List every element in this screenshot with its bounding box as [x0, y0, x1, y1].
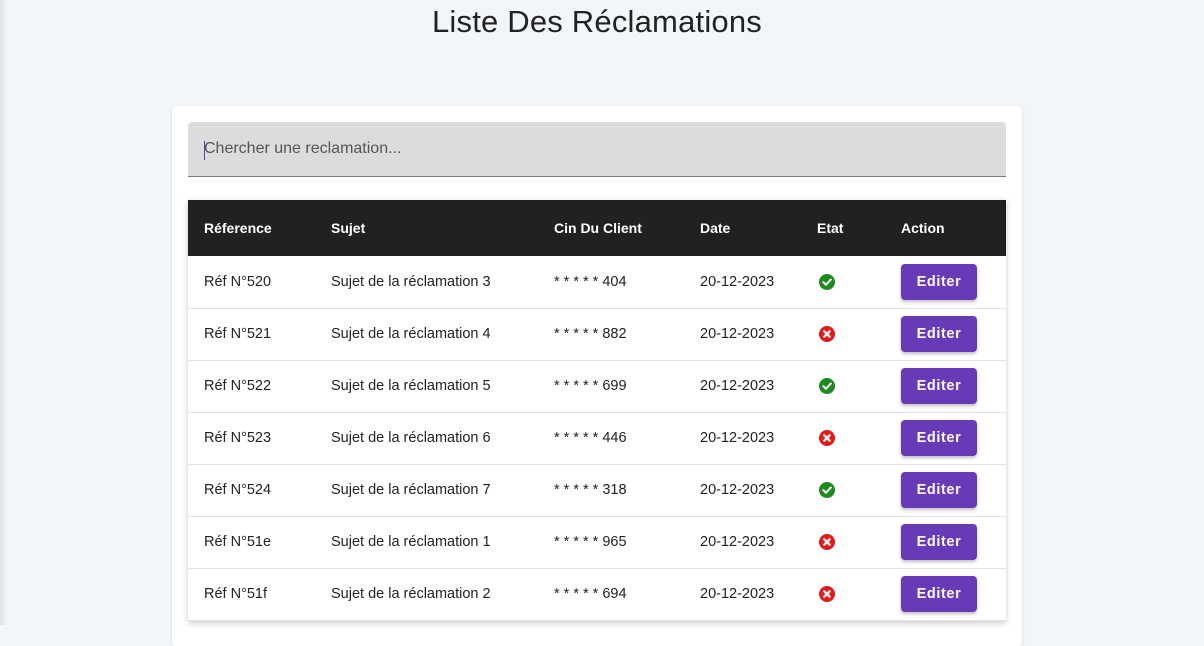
edit-button[interactable]: Editer	[901, 368, 977, 404]
column-header-date: Date	[700, 220, 731, 236]
left-edge-shadow	[0, 0, 8, 625]
action-cell: Editer	[885, 256, 1006, 308]
reference-cell: Réf N°524	[204, 482, 272, 498]
sujet-cell: Sujet de la réclamation 7	[331, 482, 491, 498]
action-cell: Editer	[885, 464, 1006, 516]
etat-cell	[801, 308, 885, 360]
reference-cell: Réf N°51e	[204, 534, 272, 550]
edit-button[interactable]: Editer	[901, 420, 977, 456]
action-cell: Editer	[885, 568, 1006, 620]
reference-cell: Réf N°521	[204, 326, 272, 342]
reference-cell: Réf N°523	[204, 430, 272, 446]
page-title: Liste Des Réclamations	[431, 4, 763, 39]
search-field[interactable]	[188, 122, 1006, 177]
search-input[interactable]	[188, 122, 1006, 176]
edit-button[interactable]: Editer	[901, 576, 977, 612]
date-cell: 20-12-2023	[700, 378, 775, 394]
etat-cell	[801, 464, 885, 516]
reclamations-table: Réference Sujet Cin Du Client Date Etat …	[188, 200, 1006, 621]
date-cell: 20-12-2023	[700, 326, 775, 342]
reference-cell: Réf N°51f	[204, 586, 268, 602]
cancel-circle-icon	[819, 586, 835, 603]
reference-cell: Réf N°522	[204, 378, 272, 394]
table-row: Réf N°51f Sujet de la réclamation 2 * * * …	[188, 568, 1006, 620]
table-row: Réf N°521 Sujet de la réclamation 4 * * * …	[188, 308, 1006, 360]
etat-cell	[801, 516, 885, 568]
column-header-cin: Cin Du Client	[554, 220, 642, 236]
cin-cell: * * * * * 446	[554, 430, 627, 446]
text-caret	[204, 141, 205, 160]
action-cell: Editer	[885, 412, 1006, 464]
etat-cell	[801, 412, 885, 464]
date-cell: 20-12-2023	[700, 273, 775, 290]
edit-button[interactable]: Editer	[901, 263, 977, 300]
etat-cell	[801, 256, 885, 308]
edit-button[interactable]: Editer	[901, 472, 977, 508]
table-row: Réf N°522 Sujet de la réclamation 5 * * * …	[188, 360, 1006, 412]
column-header-sujet: Sujet	[331, 220, 366, 236]
action-cell: Editer	[885, 308, 1006, 360]
check-circle-icon	[819, 273, 835, 290]
etat-cell	[801, 360, 885, 412]
date-cell: 20-12-2023	[700, 482, 775, 498]
sujet-cell: Sujet de la réclamation 6	[331, 430, 491, 446]
sujet-cell: Sujet de la réclamation 2	[331, 586, 491, 602]
date-cell: 20-12-2023	[700, 534, 775, 550]
table-row: Réf N°523 Sujet de la réclamation 6 * * * …	[188, 412, 1006, 464]
sujet-cell: Sujet de la réclamation 1	[331, 534, 491, 550]
cin-cell: * * * * * 318	[554, 482, 627, 498]
cin-cell: * * * * * 965	[554, 534, 627, 550]
check-circle-icon	[819, 482, 835, 499]
action-cell: Editer	[885, 360, 1006, 412]
column-header-etat: Etat	[817, 220, 844, 236]
sujet-cell: Sujet de la réclamation 3	[331, 273, 491, 290]
cin-cell: * * * * * 699	[554, 378, 627, 394]
cancel-circle-icon	[819, 326, 835, 343]
action-cell: Editer	[885, 516, 1006, 568]
cin-cell: * * * * * 882	[554, 326, 627, 342]
table-body: Réf N°520 Sujet de la réclamation 3 * * * …	[188, 256, 1006, 620]
table-row: Réf N°524 Sujet de la réclamation 7 * * * …	[188, 464, 1006, 516]
date-cell: 20-12-2023	[700, 430, 775, 446]
reference-cell: Réf N°520	[204, 273, 272, 290]
reclamations-card: Réference Sujet Cin Du Client Date Etat …	[172, 106, 1022, 646]
cancel-circle-icon	[819, 430, 835, 447]
table-row: Réf N°51e Sujet de la réclamation 1 * * * …	[188, 516, 1006, 568]
column-header-reference: Réference	[204, 220, 272, 236]
check-circle-icon	[819, 378, 835, 395]
column-header-action: Action	[901, 220, 945, 236]
sujet-cell: Sujet de la réclamation 5	[331, 378, 491, 394]
edit-button[interactable]: Editer	[901, 316, 977, 352]
cin-cell: * * * * * 694	[554, 586, 627, 602]
table-header-row: Réference Sujet Cin Du Client Date Etat …	[188, 200, 1006, 256]
etat-cell	[801, 568, 885, 620]
sujet-cell: Sujet de la réclamation 4	[331, 326, 491, 342]
table-row: Réf N°520 Sujet de la réclamation 3 * * * …	[188, 256, 1006, 308]
cancel-circle-icon	[819, 534, 835, 551]
edit-button[interactable]: Editer	[901, 524, 977, 560]
cin-cell: * * * * * 404	[554, 273, 627, 290]
date-cell: 20-12-2023	[700, 586, 775, 602]
